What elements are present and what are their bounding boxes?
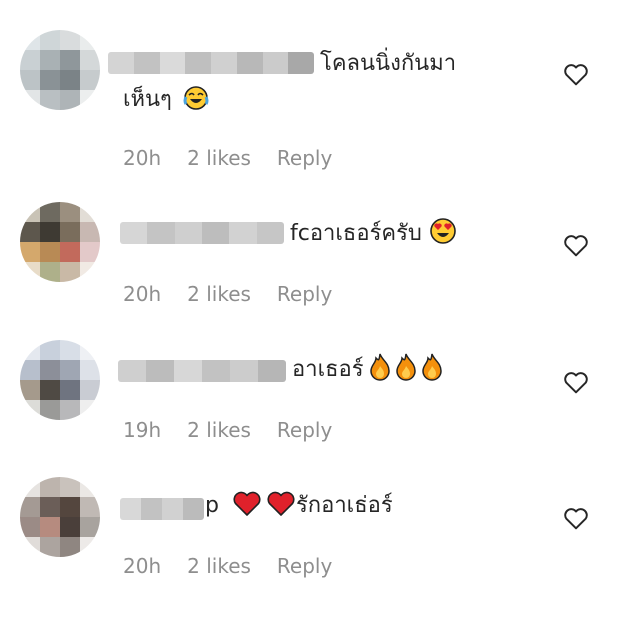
red-heart-emoji-icon	[267, 491, 295, 516]
reply-button[interactable]: Reply	[277, 418, 332, 442]
comment-text: fcอาเธอร์ครับ	[290, 214, 457, 254]
heart-eyes-emoji-icon	[430, 218, 456, 244]
timestamp[interactable]: 20h	[123, 282, 161, 306]
comment-meta: 20h 2 likes Reply	[123, 146, 332, 170]
heart-outline-icon[interactable]	[563, 506, 589, 530]
likes-count[interactable]: 2 likes	[187, 146, 251, 170]
fire-emoji-icon	[421, 353, 442, 381]
username[interactable]	[118, 360, 286, 382]
comment-meta: 20h 2 likes Reply	[123, 554, 332, 578]
tears-of-joy-emoji-icon	[183, 86, 209, 110]
likes-count[interactable]: 2 likes	[187, 554, 251, 578]
fire-emoji-icon	[395, 353, 416, 381]
timestamp[interactable]: 20h	[123, 146, 161, 170]
reply-button[interactable]: Reply	[277, 282, 332, 306]
timestamp[interactable]: 19h	[123, 418, 161, 442]
likes-count[interactable]: 2 likes	[187, 282, 251, 306]
reply-button[interactable]: Reply	[277, 146, 332, 170]
avatar[interactable]	[20, 340, 100, 420]
reply-button[interactable]: Reply	[277, 554, 332, 578]
likes-count[interactable]: 2 likes	[187, 418, 251, 442]
username[interactable]	[120, 222, 284, 244]
red-heart-emoji-icon	[233, 491, 261, 516]
fire-emoji-icon	[369, 353, 390, 381]
avatar[interactable]	[20, 477, 100, 557]
avatar[interactable]	[20, 202, 100, 282]
heart-outline-icon[interactable]	[563, 62, 589, 86]
comment-text-continued: เห็นๆ	[123, 80, 209, 120]
comment-text: p รักอาเธ่อร์	[205, 486, 393, 526]
comment-meta: 20h 2 likes Reply	[123, 282, 332, 306]
timestamp[interactable]: 20h	[123, 554, 161, 578]
comment-text: อาเธอร์	[292, 350, 445, 390]
username[interactable]	[108, 52, 314, 74]
heart-outline-icon[interactable]	[563, 370, 589, 394]
username[interactable]	[120, 498, 204, 520]
comment-meta: 19h 2 likes Reply	[123, 418, 332, 442]
comment-text: โคลนนิ่งกันมา	[320, 51, 457, 76]
heart-outline-icon[interactable]	[563, 233, 589, 257]
avatar[interactable]	[20, 30, 100, 110]
